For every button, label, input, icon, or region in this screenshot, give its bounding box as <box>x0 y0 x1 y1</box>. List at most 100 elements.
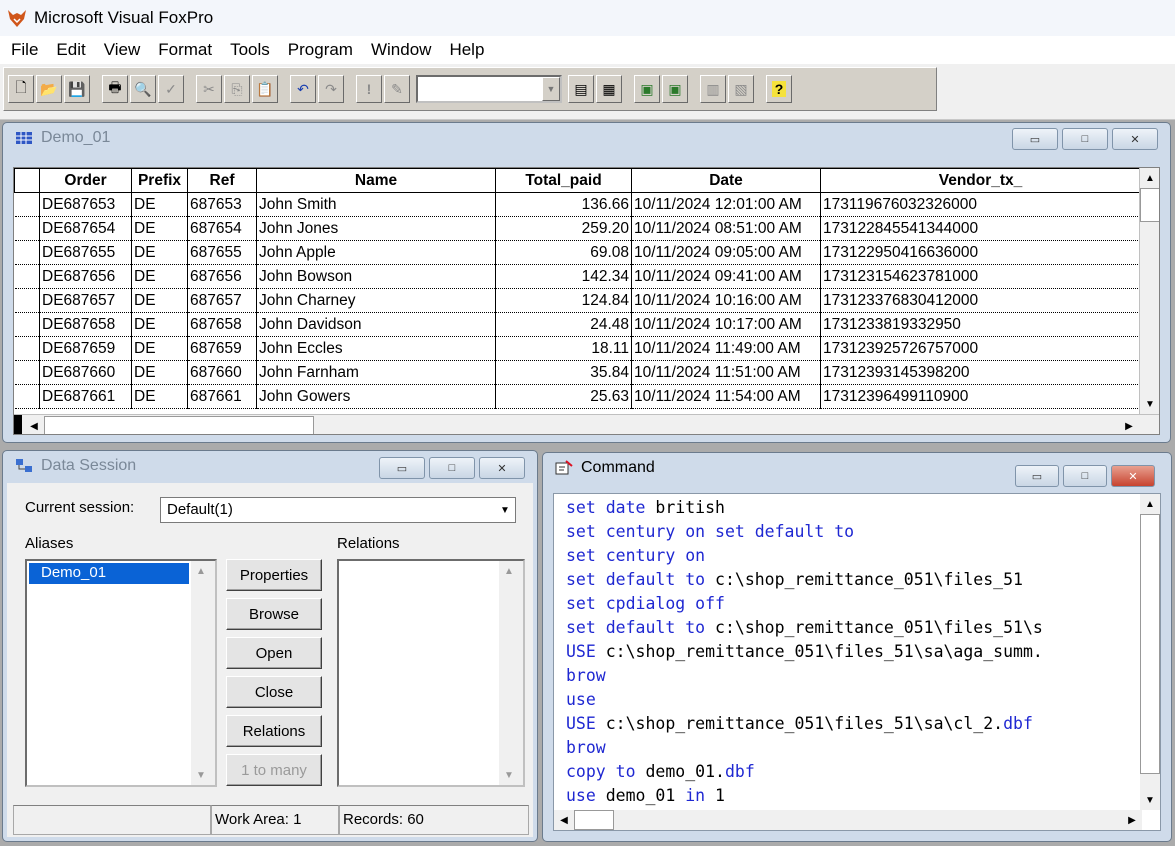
relations-button[interactable]: Relations <box>226 715 322 747</box>
table-cell[interactable]: DE <box>131 336 188 361</box>
table-cell[interactable]: DE <box>131 240 188 265</box>
command-line[interactable]: USE c:\shop_remittance_051\files_51\sa\c… <box>566 712 1043 736</box>
menu-file[interactable]: File <box>2 40 47 60</box>
command-line[interactable]: use demo_01 in 1 <box>566 784 1043 808</box>
table-cell[interactable]: DE <box>131 384 188 409</box>
scroll-up-icon[interactable]: ▲ <box>191 561 211 581</box>
command-line[interactable]: brow <box>566 736 1043 760</box>
command-line[interactable]: set cpdialog off <box>566 592 1043 616</box>
table-cell[interactable]: 259.20 <box>495 216 632 241</box>
chevron-down-icon[interactable]: ▼ <box>542 77 560 101</box>
column-header[interactable]: Order <box>39 168 132 193</box>
table-cell[interactable]: 687661 <box>187 384 257 409</box>
scroll-left-icon[interactable]: ◀ <box>24 416 44 434</box>
close-table-button[interactable]: Close <box>226 676 322 708</box>
grid-horizontal-scrollbar[interactable]: ◀ ▶ <box>14 414 1159 434</box>
minimize-button[interactable]: ▭ <box>379 457 425 479</box>
command-line[interactable]: set century on set default to <box>566 520 1043 544</box>
table-cell[interactable]: 17312393145398200 <box>820 360 1141 385</box>
close-button[interactable]: ✕ <box>1112 128 1158 150</box>
table-cell[interactable]: John Farnham <box>256 360 496 385</box>
partition-splitter[interactable] <box>14 415 22 434</box>
command-line[interactable]: brow <box>566 664 1043 688</box>
scroll-thumb[interactable] <box>1140 514 1160 774</box>
spelling-icon[interactable]: ✓ <box>158 75 184 103</box>
scroll-right-icon[interactable]: ▶ <box>1119 416 1139 434</box>
table-cell[interactable]: DE687657 <box>39 288 132 313</box>
table-cell[interactable]: John Charney <box>256 288 496 313</box>
scroll-down-icon[interactable]: ▼ <box>499 765 519 785</box>
command-line[interactable]: set default to c:\shop_remittance_051\fi… <box>566 568 1043 592</box>
aliases-scrollbar[interactable]: ▲ ▼ <box>191 561 215 785</box>
table-row[interactable]: DE687654 DE 687654 John Jones 259.20 10/11/20… <box>14 216 1141 241</box>
scroll-up-icon[interactable]: ▲ <box>1140 168 1159 188</box>
table-cell[interactable]: 173119676032326000 <box>820 192 1141 217</box>
table-cell[interactable]: 10/11/2024 11:51:00 AM <box>631 360 821 385</box>
redo-icon[interactable]: ↷ <box>318 75 344 103</box>
browse-grid[interactable]: Order Prefix Ref Name Total_paid Date Ve… <box>13 167 1160 435</box>
menu-format[interactable]: Format <box>149 40 221 60</box>
maximize-button[interactable]: □ <box>429 457 475 479</box>
table-cell[interactable]: DE687654 <box>39 216 132 241</box>
table-cell[interactable]: 69.08 <box>495 240 632 265</box>
print-icon[interactable]: 🖶 <box>102 75 128 103</box>
scroll-down-icon[interactable]: ▼ <box>1140 394 1159 414</box>
table-cell[interactable]: 687656 <box>187 264 257 289</box>
minimize-button[interactable]: ▭ <box>1015 465 1059 487</box>
form-wizard-icon[interactable]: ▣ <box>634 75 660 103</box>
table-cell[interactable]: 10/11/2024 09:41:00 AM <box>631 264 821 289</box>
table-cell[interactable]: 10/11/2024 12:01:00 AM <box>631 192 821 217</box>
scroll-down-icon[interactable]: ▼ <box>191 765 211 785</box>
cut-icon[interactable]: ✂ <box>196 75 222 103</box>
command-horizontal-scrollbar[interactable]: ◀ ▶ <box>554 810 1142 830</box>
table-cell[interactable]: 687658 <box>187 312 257 337</box>
alias-item[interactable]: Demo_01 <box>29 563 189 584</box>
command-line[interactable]: set default to c:\shop_remittance_051\fi… <box>566 616 1043 640</box>
chevron-down-icon[interactable]: ▼ <box>495 498 515 522</box>
report-wizard-icon[interactable]: ▣ <box>662 75 688 103</box>
record-selector[interactable] <box>14 384 40 409</box>
scroll-right-icon[interactable]: ▶ <box>1122 810 1142 830</box>
scroll-up-icon[interactable]: ▲ <box>499 561 519 581</box>
table-row[interactable]: DE687660 DE 687660 John Farnham 35.84 10/11/2… <box>14 360 1141 385</box>
browse-button[interactable]: Browse <box>226 598 322 630</box>
table-cell[interactable]: John Apple <box>256 240 496 265</box>
table-cell[interactable]: 24.48 <box>495 312 632 337</box>
database-combo[interactable]: ▼ <box>416 75 562 103</box>
table-cell[interactable]: 136.66 <box>495 192 632 217</box>
paste-icon[interactable]: 📋 <box>252 75 278 103</box>
table-cell[interactable]: 687657 <box>187 288 257 313</box>
record-selector[interactable] <box>14 336 40 361</box>
help-icon[interactable]: ? <box>766 75 792 103</box>
table-row[interactable]: DE687653 DE 687653 John Smith 136.66 10/11/20… <box>14 192 1141 217</box>
column-header[interactable]: Total_paid <box>495 168 632 193</box>
table-cell[interactable]: 10/11/2024 10:16:00 AM <box>631 288 821 313</box>
autoreport-icon[interactable]: ▧ <box>728 75 754 103</box>
record-selector[interactable] <box>14 288 40 313</box>
table-row[interactable]: DE687661 DE 687661 John Gowers 25.63 10/11/20… <box>14 384 1141 409</box>
current-session-combo[interactable]: Default(1) ▼ <box>160 497 516 523</box>
maximize-button[interactable]: □ <box>1062 128 1108 150</box>
column-header[interactable]: Vendor_tx_ <box>820 168 1141 193</box>
table-cell[interactable]: 173123154623781000 <box>820 264 1141 289</box>
column-header[interactable]: Ref <box>187 168 257 193</box>
command-line[interactable]: USE c:\shop_remittance_051\files_51\sa\a… <box>566 640 1043 664</box>
close-button[interactable]: ✕ <box>1111 465 1155 487</box>
scroll-thumb[interactable] <box>1140 188 1159 222</box>
column-header[interactable]: Prefix <box>131 168 188 193</box>
command-line[interactable]: copy to demo_01.dbf <box>566 760 1043 784</box>
grid-vertical-scrollbar[interactable]: ▲ ▼ <box>1139 168 1159 414</box>
table-cell[interactable]: 142.34 <box>495 264 632 289</box>
table-cell[interactable]: DE687653 <box>39 192 132 217</box>
table-cell[interactable]: John Jones <box>256 216 496 241</box>
table-cell[interactable]: DE687656 <box>39 264 132 289</box>
table-cell[interactable]: 10/11/2024 11:49:00 AM <box>631 336 821 361</box>
command-line[interactable]: set century on <box>566 544 1043 568</box>
menu-help[interactable]: Help <box>440 40 493 60</box>
menu-program[interactable]: Program <box>279 40 362 60</box>
table-cell[interactable]: 18.11 <box>495 336 632 361</box>
scroll-thumb[interactable] <box>574 810 614 830</box>
table-cell[interactable]: DE687658 <box>39 312 132 337</box>
table-row[interactable]: DE687656 DE 687656 John Bowson 142.34 10/11/2… <box>14 264 1141 289</box>
table-cell[interactable]: 35.84 <box>495 360 632 385</box>
